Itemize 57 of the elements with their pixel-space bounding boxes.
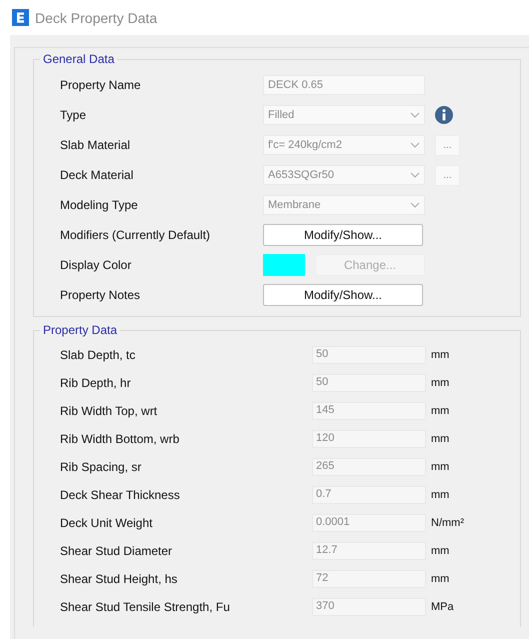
unit-label: mm bbox=[431, 377, 450, 389]
field-label: Modifiers (Currently Default) bbox=[59, 228, 212, 242]
group-title: Property Data bbox=[42, 323, 118, 337]
text-field[interactable]: 265 bbox=[312, 458, 426, 476]
field-label: Deck Material bbox=[59, 168, 134, 182]
unit-label: N/mm² bbox=[431, 517, 464, 529]
modify-show-button[interactable]: Modify/Show... bbox=[263, 224, 423, 246]
field-label: Deck Unit Weight bbox=[59, 516, 154, 530]
browse-button[interactable]: ... bbox=[435, 164, 460, 186]
dropdown[interactable]: Membrane bbox=[263, 195, 425, 215]
chevron-icon bbox=[410, 142, 420, 148]
modify-show-button[interactable]: Modify/Show... bbox=[263, 284, 423, 306]
dropdown[interactable]: A653SQGr50 bbox=[263, 165, 425, 185]
unit-label: mm bbox=[431, 545, 450, 557]
dropdown[interactable]: f'c= 240kg/cm2 bbox=[263, 135, 425, 155]
field-label: Rib Depth, hr bbox=[59, 376, 132, 390]
field-label: Rib Spacing, sr bbox=[59, 460, 142, 474]
field-label: Slab Material bbox=[59, 138, 132, 152]
text-field[interactable]: 120 bbox=[312, 430, 426, 448]
text-field[interactable]: 12.7 bbox=[312, 542, 426, 560]
text-field[interactable]: 72 bbox=[312, 570, 426, 588]
field-label: Shear Stud Height, hs bbox=[59, 572, 178, 586]
field-label: Deck Shear Thickness bbox=[59, 488, 181, 502]
field-label: Display Color bbox=[59, 258, 132, 272]
info-icon[interactable] bbox=[435, 106, 453, 124]
text-field[interactable]: 50 bbox=[312, 346, 426, 364]
field-label: Slab Depth, tc bbox=[59, 348, 136, 362]
text-field[interactable]: 0.0001 bbox=[312, 514, 426, 532]
text-field[interactable]: 50 bbox=[312, 374, 426, 392]
window-title: Deck Property Data bbox=[35, 10, 158, 26]
unit-label: mm bbox=[431, 405, 450, 417]
unit-label: mm bbox=[431, 489, 450, 501]
text-field[interactable]: 0.7 bbox=[312, 486, 426, 504]
chevron-icon bbox=[410, 112, 420, 118]
unit-label: mm bbox=[431, 349, 450, 361]
field-label: Property Notes bbox=[59, 288, 142, 302]
browse-button[interactable]: ... bbox=[435, 134, 460, 156]
chevron-icon bbox=[410, 172, 420, 178]
field-label: Rib Width Top, wrt bbox=[59, 404, 158, 418]
field-label: Shear Stud Diameter bbox=[59, 544, 174, 558]
unit-label: mm bbox=[431, 573, 450, 585]
unit-label: MPa bbox=[431, 601, 454, 613]
field-label: Type bbox=[59, 108, 88, 122]
field-label: Rib Width Bottom, wrb bbox=[59, 432, 180, 446]
color-swatch[interactable] bbox=[263, 254, 305, 276]
field-label: Shear Stud Tensile Strength, Fu bbox=[59, 600, 231, 614]
text-field[interactable]: 370 bbox=[312, 598, 426, 616]
field-label: Modeling Type bbox=[59, 198, 139, 212]
text-field[interactable]: 145 bbox=[312, 402, 426, 420]
app-logo-icon bbox=[12, 9, 29, 26]
unit-label: mm bbox=[431, 461, 450, 473]
text-field[interactable]: DECK 0.65 bbox=[263, 75, 425, 95]
chevron-icon bbox=[410, 202, 420, 208]
unit-label: mm bbox=[431, 433, 450, 445]
field-label: Property Name bbox=[59, 78, 142, 92]
group-title: General Data bbox=[42, 52, 116, 66]
dropdown[interactable]: Filled bbox=[263, 105, 425, 125]
